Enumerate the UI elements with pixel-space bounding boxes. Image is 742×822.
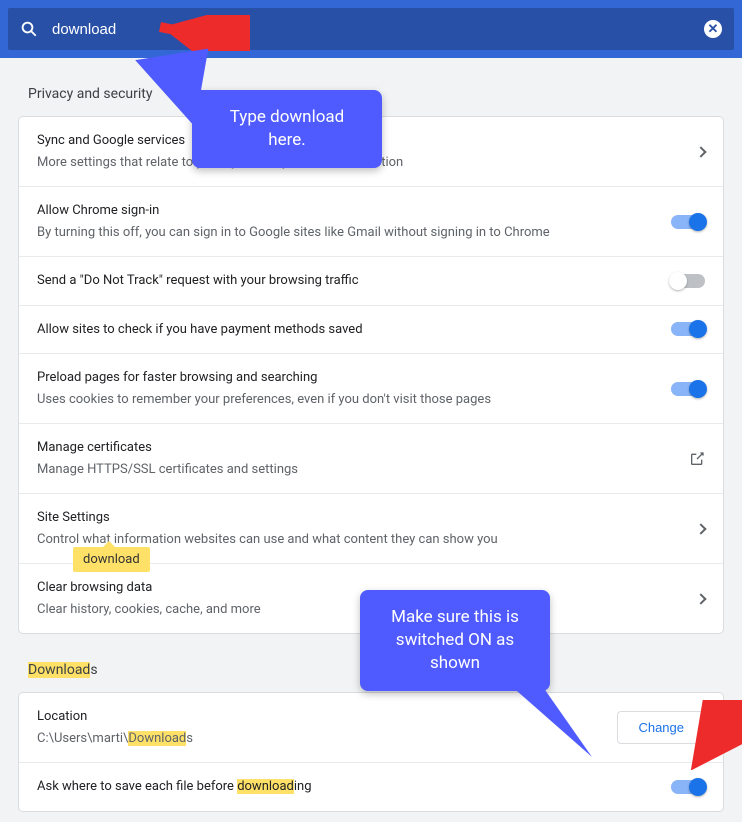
annotation-callout: Type download here. [192,90,382,168]
toggle[interactable] [671,215,705,229]
chevron-right-icon [695,593,706,604]
ask-label: Ask where to save each file before downl… [37,777,659,797]
row-subtitle: Manage HTTPS/SSL certificates and settin… [37,460,677,480]
settings-row[interactable]: Manage certificatesManage HTTPS/SSL cert… [19,423,723,493]
row-subtitle: Uses cookies to remember your preference… [37,390,659,410]
chevron-right-icon [695,523,706,534]
downloads-card: Location C:\Users\marti\Downloads Change… [18,692,724,812]
location-path: C:\Users\marti\Downloads [37,729,605,749]
search-field-wrap: ✕ [8,8,734,50]
row-subtitle: By turning this off, you can sign in to … [37,223,659,243]
search-icon [20,20,38,38]
callout-text: Type download here. [230,107,344,150]
location-label: Location [37,707,605,727]
chevron-right-icon [695,146,706,157]
clear-search-button[interactable]: ✕ [704,20,722,38]
row-title: Manage certificates [37,438,677,458]
row-title: Preload pages for faster browsing and se… [37,368,659,388]
toggle[interactable] [671,322,705,336]
toggle[interactable] [671,274,705,288]
annotation-arrow [690,700,742,770]
settings-row: Allow sites to check if you have payment… [19,305,723,354]
ask-before-download-row: Ask where to save each file before downl… [19,762,723,811]
search-input[interactable] [52,21,690,38]
settings-row: Allow Chrome sign-inBy turning this off,… [19,186,723,256]
toggle[interactable] [671,382,705,396]
download-location-row: Location C:\Users\marti\Downloads Change [19,693,723,762]
row-title: Site Settings [37,508,685,528]
row-title: Allow Chrome sign-in [37,201,659,221]
callout-text: Make sure this is switched ON as shown [391,607,519,673]
settings-row: Preload pages for faster browsing and se… [19,353,723,423]
highlight: download [237,779,294,794]
row-title: Allow sites to check if you have payment… [37,320,659,340]
annotation-tooltip: download [73,547,150,572]
annotation-callout: Make sure this is switched ON as shown [360,590,550,691]
highlight: Download [128,731,186,746]
row-title: Send a "Do Not Track" request with your … [37,271,659,291]
open-external-icon [689,451,705,467]
highlight: Download [28,662,90,678]
settings-row: Send a "Do Not Track" request with your … [19,256,723,305]
ask-before-download-toggle[interactable] [671,780,705,794]
settings-search-bar: ✕ [0,0,742,58]
